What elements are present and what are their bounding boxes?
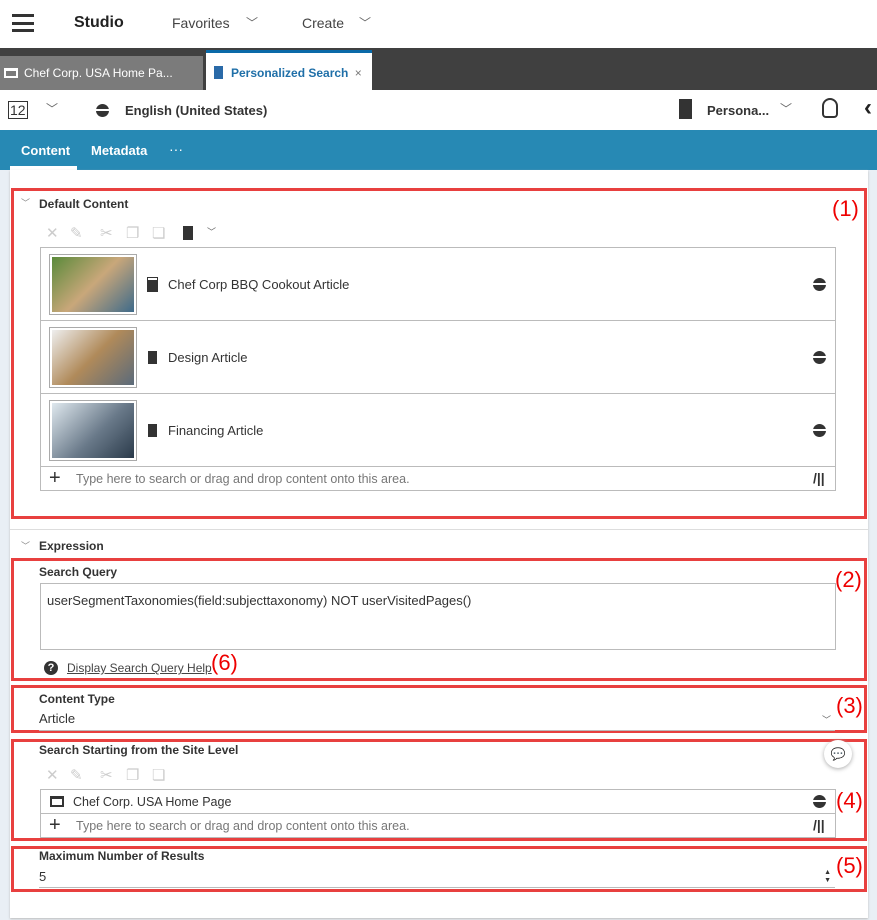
collapse-chevron-icon[interactable]: ﹀ [21,196,30,209]
sub-nav: Content Metadata ··· [0,130,877,170]
tab-home-page[interactable]: Chef Corp. USA Home Pa... [0,56,203,90]
search-placeholder: Type here to search or drag and drop con… [76,472,410,486]
max-results-stepper[interactable]: 5 ▲ ▼ [39,868,835,888]
list-item[interactable]: Chef Corp BBQ Cookout Article [40,247,836,321]
annotation-marker: (6) [211,650,238,675]
tab-bar: Chef Corp. USA Home Pa... Personalized S… [0,48,877,90]
add-comment-button[interactable]: 💬 [824,740,852,768]
paste-icon[interactable]: ❏ [152,224,165,242]
article-icon [148,424,157,437]
remove-icon[interactable]: ✕ [46,766,59,784]
item-label: Chef Corp BBQ Cookout Article [168,277,350,292]
page-icon [4,68,18,78]
chevron-down-icon: ﹀ [821,715,831,725]
globe-icon [813,351,826,364]
close-icon[interactable]: × [355,66,362,80]
field-label: Content Type [39,692,115,706]
annotation-marker: (3) [836,693,863,718]
globe-icon [813,795,826,808]
tab-personalized-search[interactable]: Personalized Search × [206,50,372,90]
chevron-down-icon[interactable]: ﹀ [46,100,58,117]
article-thumbnail [49,254,137,315]
search-query-textarea[interactable]: userSegmentTaxonomies(field:subjecttaxon… [40,583,836,650]
globe-icon [813,278,826,291]
lightbulb-icon[interactable] [822,98,838,118]
field-label: Search Query [39,565,118,579]
section-title: Expression [39,539,104,553]
divider [10,529,868,530]
add-icon: + [49,467,61,489]
edit-icon[interactable]: ✎ [70,224,83,242]
content-search-input[interactable]: + Type here to search or drag and drop c… [40,466,836,491]
persona-icon [679,99,692,119]
content-type-select[interactable]: Article ﹀ [39,710,835,731]
item-label: Chef Corp. USA Home Page [73,795,232,809]
annotation-marker: (4) [836,788,863,813]
site-search-input[interactable]: + Type here to search or drag and drop c… [40,813,836,838]
list-item[interactable]: Financing Article [40,393,836,467]
library-icon[interactable]: /|| [813,470,825,486]
search-placeholder: Type here to search or drag and drop con… [76,819,410,833]
field-label: Maximum Number of Results [39,849,205,863]
cut-icon[interactable]: ✂ [100,224,113,242]
section-title: Default Content [39,197,129,211]
article-icon [147,277,158,292]
collapse-chevron-icon[interactable]: ﹀ [21,539,30,552]
create-content-icon[interactable] [183,226,193,240]
chevron-down-icon[interactable]: ﹀ [207,225,216,238]
collapse-icon[interactable]: ‹ [864,94,872,122]
version-selector[interactable]: 12 [8,101,28,119]
item-label: Financing Article [168,423,264,438]
globe-icon [96,104,109,117]
search-query-help-link[interactable]: Display Search Query Help [67,661,212,675]
annotation-marker: (5) [836,853,863,878]
tab-content[interactable]: Content [21,143,70,158]
chevron-down-icon: ﹀ [359,16,372,30]
library-icon[interactable]: /|| [813,817,825,833]
create-menu[interactable]: Create [302,15,344,31]
chevron-down-icon: ﹀ [246,16,259,30]
item-label: Design Article [168,350,248,365]
menu-icon[interactable] [12,14,34,32]
more-tabs-button[interactable]: ··· [169,141,183,157]
chevron-down-icon[interactable]: ﹀ [780,100,792,117]
cut-icon[interactable]: ✂ [100,766,113,784]
help-icon: ? [44,661,58,675]
stepper-arrows-icon[interactable]: ▲ ▼ [824,869,831,885]
annotation-marker: (2) [835,567,862,592]
site-item[interactable]: Chef Corp. USA Home Page [40,789,836,814]
search-document-icon [214,66,223,79]
add-icon: + [49,814,61,836]
copy-icon[interactable]: ❐ [126,766,139,784]
article-thumbnail [49,327,137,388]
persona-selector[interactable]: Persona... [707,103,769,118]
copy-icon[interactable]: ❐ [126,224,139,242]
app-title: Studio [74,14,124,31]
tab-metadata[interactable]: Metadata [91,143,147,158]
annotation-marker: (1) [832,196,859,221]
language-selector[interactable]: English (United States) [125,103,267,118]
edit-icon[interactable]: ✎ [70,766,83,784]
remove-icon[interactable]: ✕ [46,224,59,242]
field-label: Search Starting from the Site Level [39,743,239,757]
page-icon [50,796,64,807]
article-thumbnail [49,400,137,461]
paste-icon[interactable]: ❏ [152,766,165,784]
toolbar: 12 ﹀ English (United States) Persona... … [0,90,877,130]
favorites-menu[interactable]: Favorites [172,15,230,31]
globe-icon [813,424,826,437]
article-icon [148,351,157,364]
top-bar: Studio Favorites ﹀ Create ﹀ [0,0,877,48]
list-item[interactable]: Design Article [40,320,836,394]
